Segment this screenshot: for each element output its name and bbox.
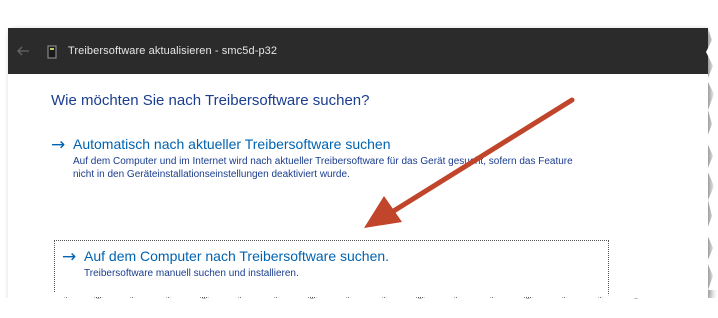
dialog-content: Wie möchten Sie nach Treibersoftware suc… <box>8 74 708 298</box>
option-label: Automatisch nach aktueller Treibersoftwa… <box>73 136 391 152</box>
option-search-automatically[interactable]: → Automatisch nach aktueller Treibersoft… <box>51 136 611 181</box>
arrow-right-icon: → <box>62 247 77 267</box>
screenshot-stage: Treibersoftware aktualisieren - smc5d-p3… <box>0 0 718 318</box>
arrow-right-icon: → <box>51 135 66 155</box>
back-arrow-icon[interactable] <box>16 44 30 58</box>
page-heading: Wie möchten Sie nach Treibersoftware suc… <box>51 92 370 109</box>
window-title: Treibersoftware aktualisieren - smc5d-p3… <box>68 45 278 57</box>
update-driver-window: Treibersoftware aktualisieren - smc5d-p3… <box>8 28 708 298</box>
option-description: Auf dem Computer und im Internet wird na… <box>73 156 573 180</box>
option-label: Auf dem Computer nach Treibersoftware su… <box>84 248 390 264</box>
title-bar: Treibersoftware aktualisieren - smc5d-p3… <box>8 28 708 74</box>
option-browse-computer[interactable]: → Auf dem Computer nach Treibersoftware … <box>62 248 622 280</box>
device-icon <box>46 44 58 59</box>
option-description: Treibersoftware manuell suchen und insta… <box>84 268 299 279</box>
